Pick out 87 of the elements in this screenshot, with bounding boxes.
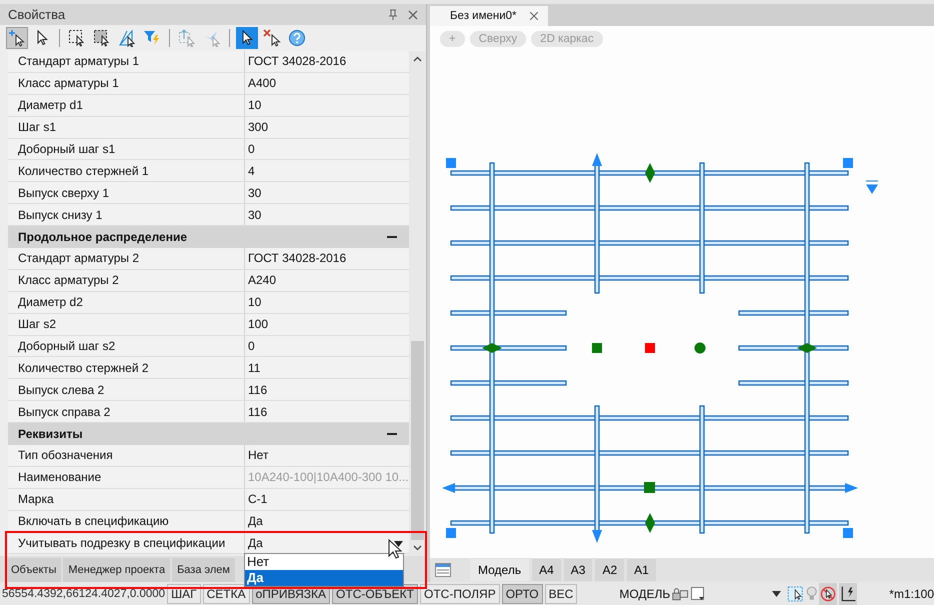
property-name: Тип обозначения: [8, 445, 245, 466]
snap-off-icon[interactable]: [819, 582, 838, 604]
dropdown-option[interactable]: Да: [245, 570, 403, 586]
help-icon: [288, 29, 306, 47]
property-name: Диаметр d1: [8, 94, 245, 116]
document-title: Без имени0*: [450, 10, 517, 22]
pin-icon[interactable]: [388, 9, 398, 20]
property-value[interactable]: ГОСТ 34028-2016: [245, 51, 409, 72]
rebar-grid-drawing[interactable]: [442, 153, 878, 543]
close-icon[interactable]: [408, 10, 418, 20]
property-name: Диаметр d2: [8, 292, 245, 313]
property-value[interactable]: Да: [245, 510, 409, 532]
property-name: Шаг s2: [8, 314, 245, 335]
property-name: Наименование: [8, 466, 245, 488]
scrollbar[interactable]: [409, 51, 426, 556]
property-value[interactable]: 100: [245, 314, 409, 335]
document-tab[interactable]: Без имени0*: [430, 6, 548, 26]
property-name: Класс арматуры 1: [8, 72, 245, 94]
property-value[interactable]: Нет: [245, 445, 409, 466]
sheet-tab[interactable]: A1: [627, 559, 656, 581]
scale-label[interactable]: *m1:100: [889, 586, 934, 600]
property-value[interactable]: Да: [245, 532, 409, 554]
property-name: Доборный шаг s1: [8, 138, 245, 160]
crossing-select-button[interactable]: [116, 27, 138, 49]
status-toggle[interactable]: ШАГ: [167, 584, 201, 604]
layer-dropdown[interactable]: [690, 584, 784, 602]
panel-title: Свойства: [8, 7, 66, 22]
group-header[interactable]: Реквизиты: [8, 423, 409, 446]
property-name: Учитывать подрезку в спецификации: [8, 532, 245, 554]
property-value[interactable]: A400: [245, 72, 409, 94]
property-value[interactable]: 4: [245, 160, 409, 182]
property-value[interactable]: 300: [245, 116, 409, 138]
property-name: Класс арматуры 2: [8, 270, 245, 291]
space-label[interactable]: МОДЕЛЬ: [619, 586, 670, 600]
add-select-select-button[interactable]: [6, 27, 28, 49]
delete-select-button[interactable]: [261, 27, 283, 49]
property-name: Выпуск снизу 1: [8, 204, 245, 226]
property-value[interactable]: 0: [245, 336, 409, 356]
property-value[interactable]: A240: [245, 270, 409, 291]
property-value[interactable]: 11: [245, 357, 409, 378]
property-value[interactable]: С-1: [245, 488, 409, 510]
group-header[interactable]: Продольное распределение: [8, 226, 409, 248]
property-name: Марка: [8, 488, 245, 510]
property-name: Выпуск слева 2: [8, 379, 245, 400]
property-value[interactable]: 116: [245, 401, 409, 422]
help-button[interactable]: [286, 27, 308, 49]
property-name: Включать в спецификацию: [8, 510, 245, 532]
property-name: Доборный шаг s2: [8, 336, 245, 356]
axes-icon[interactable]: [839, 582, 858, 604]
scroll-up-icon[interactable]: [413, 56, 422, 62]
sheet-tab[interactable]: Модель: [470, 559, 530, 581]
property-name: Количество стержней 1: [8, 160, 245, 182]
property-name: Шаг s1: [8, 116, 245, 138]
panel-tab[interactable]: Объекты: [6, 558, 62, 582]
sheet-list-icon[interactable]: [435, 563, 451, 577]
status-toggle[interactable]: ВЕС: [544, 584, 578, 604]
property-name: Стандарт арматуры 2: [8, 248, 245, 269]
scroll-down-icon[interactable]: [413, 545, 422, 551]
property-name: Выпуск справа 2: [8, 401, 245, 422]
property-name: Выпуск сверху 1: [8, 182, 245, 204]
coordinates-readout: 56554.4392,66124.4027,0.0000: [2, 588, 166, 600]
dropdown-arrow-icon[interactable]: [394, 540, 403, 547]
dropdown-option[interactable]: Нет: [245, 554, 403, 570]
property-value[interactable]: 30: [245, 182, 409, 204]
sheet-tab[interactable]: A3: [564, 559, 592, 581]
group-title: Продольное распределение: [18, 230, 188, 244]
select-icon[interactable]: [787, 584, 804, 604]
property-name: Количество стержней 2: [8, 357, 245, 378]
caret-icon: [772, 590, 782, 596]
property-value[interactable]: 10: [245, 94, 409, 116]
property-value[interactable]: 0: [245, 138, 409, 160]
close-icon[interactable]: [530, 12, 538, 20]
group-title: Реквизиты: [18, 427, 83, 442]
panel-tab[interactable]: Менеджер проекта: [63, 558, 170, 582]
panel-tab[interactable]: База элем: [172, 558, 235, 582]
layer-icon: [690, 586, 705, 600]
status-toggle[interactable]: ОТС-ПОЛЯР: [420, 584, 500, 604]
property-value[interactable]: 10: [245, 292, 409, 313]
property-value[interactable]: 30: [245, 204, 409, 226]
scroll-thumb[interactable]: [411, 341, 424, 540]
sheet-tab[interactable]: A2: [595, 559, 624, 581]
property-name: Стандарт арматуры 1: [8, 51, 245, 72]
cursor-select-button[interactable]: [236, 27, 258, 49]
sheet-tab[interactable]: A4: [532, 559, 561, 581]
status-toggle[interactable]: ОРТО: [502, 584, 543, 604]
property-value[interactable]: 116: [245, 379, 409, 400]
property-value[interactable]: ГОСТ 34028-2016: [245, 248, 409, 269]
